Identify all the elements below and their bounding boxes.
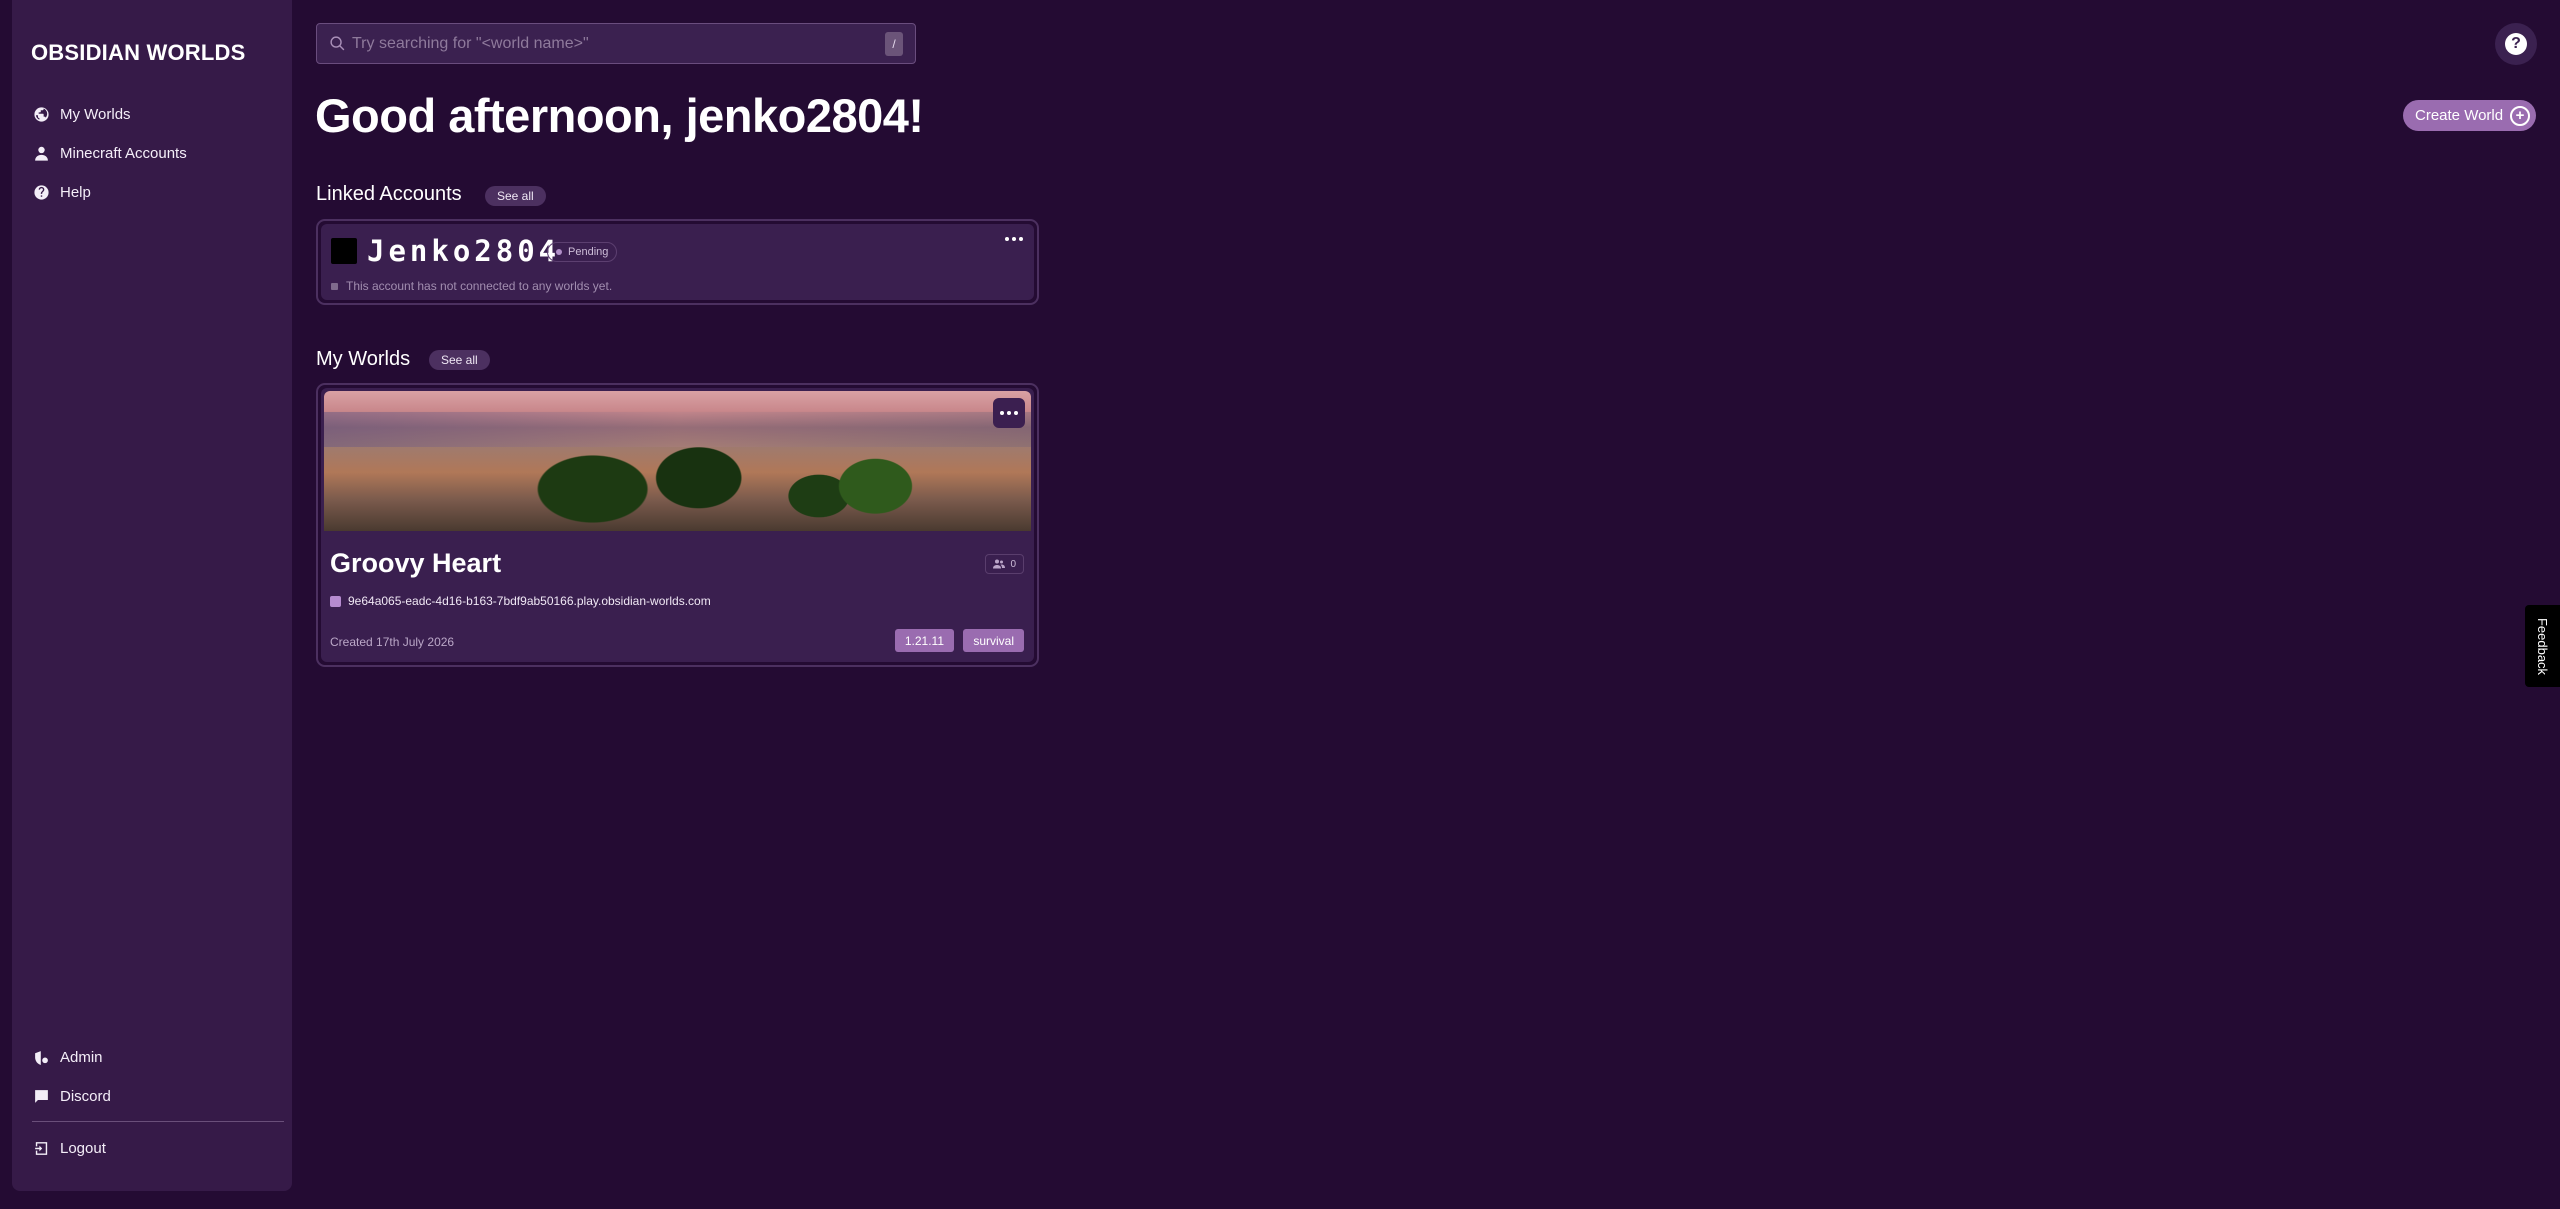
status-badge: Pending: [547, 242, 618, 262]
account-name: Jenko2804: [367, 234, 561, 268]
sidebar-item-label: My Worlds: [60, 105, 131, 123]
player-count: 0: [1010, 558, 1016, 570]
linked-account-card[interactable]: Jenko2804 Pending This account has not c…: [316, 219, 1039, 305]
account-avatar: [331, 238, 357, 264]
created-date: Created 17th July 2026: [330, 635, 455, 649]
create-world-label: Create World: [2415, 107, 2504, 124]
copy-icon[interactable]: [330, 595, 341, 607]
feedback-tab[interactable]: Feedback: [2525, 605, 2560, 687]
brand-logo: OBSIDIAN WORLDS: [31, 40, 246, 65]
my-worlds-title: My Worlds: [316, 348, 411, 370]
globe-icon: [32, 105, 50, 123]
world-name: Groovy Heart: [330, 548, 502, 578]
user-icon: [32, 144, 50, 162]
page-greeting: Good afternoon, jenko2804!: [315, 89, 924, 142]
users-icon: [993, 559, 1006, 569]
sidebar-divider: [32, 1121, 284, 1122]
logout-icon: [32, 1139, 50, 1157]
my-worlds-see-all-button[interactable]: See all: [429, 350, 490, 370]
status-dot-icon: [556, 249, 562, 255]
version-tag: 1.21.11: [894, 629, 954, 652]
question-icon: ?: [2505, 33, 2527, 55]
feedback-label: Feedback: [2535, 617, 2550, 675]
sidebar-item-label: Admin: [60, 1048, 103, 1066]
server-address-text: 9e64a065-eadc-4d16-b163-7bdf9ab50166.pla…: [348, 594, 711, 608]
search-bar[interactable]: /: [316, 23, 916, 64]
linked-accounts-title: Linked Accounts: [316, 183, 462, 205]
sidebar-item-label: Logout: [60, 1139, 106, 1157]
sidebar-item-help[interactable]: Help: [32, 178, 91, 206]
sidebar-item-label: Help: [60, 183, 91, 201]
search-icon: [330, 36, 345, 51]
account-note-text: This account has not connected to any wo…: [346, 279, 613, 293]
sidebar-item-admin[interactable]: Admin: [32, 1043, 103, 1071]
sidebar-item-label: Discord: [60, 1087, 111, 1105]
status-badge-label: Pending: [568, 246, 609, 258]
sidebar: OBSIDIAN WORLDS My Worlds Minecraft Acco…: [12, 0, 292, 1191]
account-note: This account has not connected to any wo…: [331, 279, 612, 293]
linked-accounts-see-all-button[interactable]: See all: [485, 186, 546, 206]
admin-icon: [32, 1048, 50, 1066]
search-shortcut-key: /: [885, 31, 903, 56]
sidebar-item-minecraft-accounts[interactable]: Minecraft Accounts: [32, 139, 187, 167]
help-circle-icon: [32, 183, 50, 201]
help-button[interactable]: ?: [2495, 23, 2537, 65]
sidebar-item-my-worlds[interactable]: My Worlds: [32, 100, 131, 128]
sidebar-item-logout[interactable]: Logout: [32, 1134, 106, 1162]
info-icon: [331, 282, 338, 290]
chat-icon: [32, 1087, 50, 1105]
server-address[interactable]: 9e64a065-eadc-4d16-b163-7bdf9ab50166.pla…: [330, 594, 711, 608]
account-more-options-button[interactable]: [1000, 228, 1028, 250]
search-input[interactable]: [352, 34, 885, 53]
player-count-badge: 0: [985, 554, 1024, 574]
plus-circle-icon: +: [2510, 105, 2530, 126]
world-card[interactable]: Groovy Heart 0 9e64a065-eadc-4d16-b163-7…: [316, 383, 1039, 667]
world-more-options-button[interactable]: [993, 398, 1025, 428]
sidebar-item-discord[interactable]: Discord: [32, 1082, 111, 1110]
game-mode-tag: survival: [963, 629, 1024, 652]
world-banner-image: [324, 391, 1031, 531]
sidebar-item-label: Minecraft Accounts: [60, 144, 187, 162]
create-world-button[interactable]: Create World +: [2403, 100, 2536, 131]
